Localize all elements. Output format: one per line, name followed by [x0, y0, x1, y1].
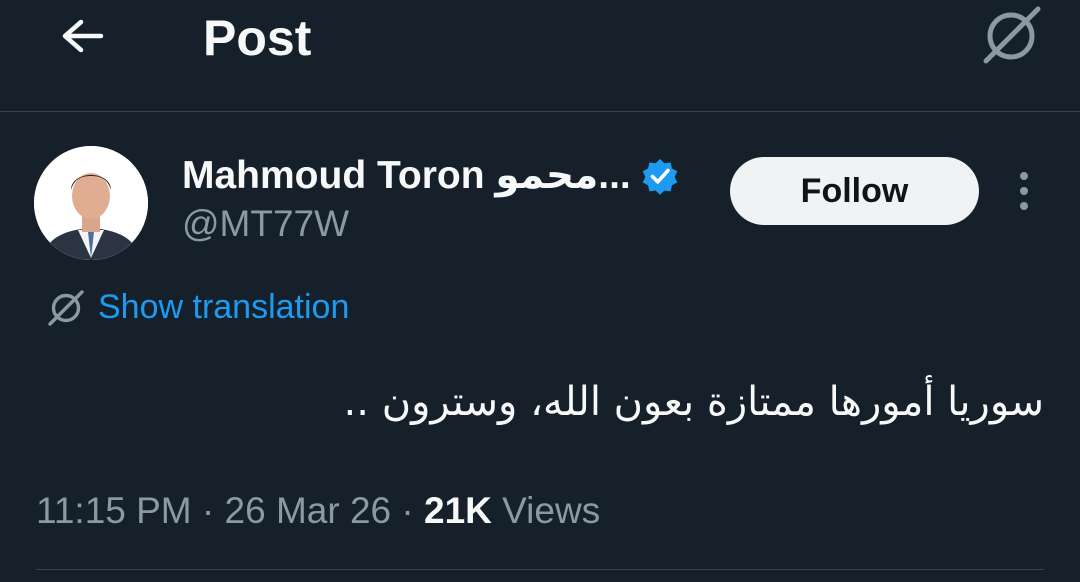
- meta-separator: ·: [401, 490, 414, 531]
- display-name[interactable]: Mahmoud Toron محمو...: [182, 152, 631, 200]
- back-button[interactable]: [48, 10, 112, 62]
- show-translation-link[interactable]: Show translation: [46, 284, 349, 330]
- post-meta: 11:15 PM · 26 Mar 26 · 21K Views: [36, 485, 600, 537]
- post-date[interactable]: 26 Mar 26: [225, 490, 392, 531]
- page-title: Post: [203, 10, 312, 66]
- more-options-button[interactable]: [1004, 168, 1044, 214]
- author-name-row: Mahmoud Toron محمو...: [182, 151, 679, 201]
- views-label: Views: [502, 490, 601, 531]
- views-count[interactable]: 21K: [424, 490, 492, 531]
- more-vertical-icon-dot: [1020, 172, 1028, 180]
- more-vertical-icon-dot: [1020, 187, 1028, 195]
- divider: [36, 569, 1044, 570]
- translate-icon: [983, 6, 1041, 64]
- more-vertical-icon-dot: [1020, 202, 1028, 210]
- post-time[interactable]: 11:15 PM: [36, 490, 192, 531]
- follow-button[interactable]: Follow: [730, 157, 979, 225]
- translate-icon: [46, 287, 86, 327]
- post-text: سوريا أمورها ممتازة بعون الله، وسترون ..: [343, 379, 1044, 425]
- author-handle[interactable]: @MT77W: [182, 201, 349, 247]
- translate-button[interactable]: [975, 2, 1047, 66]
- meta-separator: ·: [201, 490, 215, 531]
- avatar[interactable]: [34, 146, 148, 260]
- arrow-left-icon: [62, 19, 104, 53]
- show-translation-label: Show translation: [98, 288, 350, 326]
- verified-badge-icon: [641, 157, 679, 195]
- top-bar: Post: [0, 0, 1080, 112]
- avatar-image: [34, 146, 148, 260]
